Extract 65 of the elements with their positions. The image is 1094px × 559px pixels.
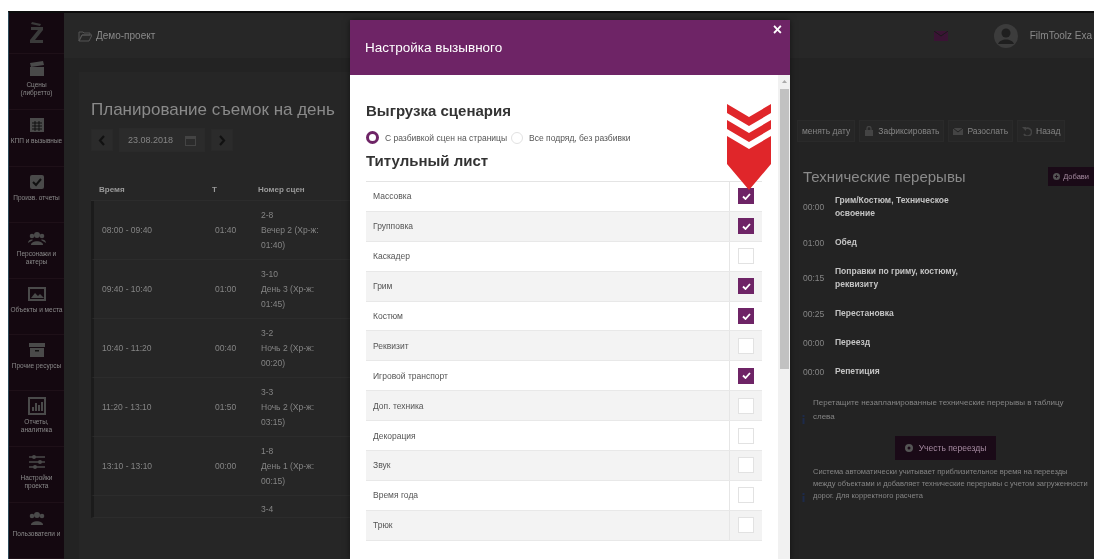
break-label[interactable]: Переезд <box>835 336 871 349</box>
table-cell-text: 11:20 - 13:10 <box>101 402 153 412</box>
table-cell-text: 00:40 <box>214 343 238 353</box>
table-cell-text: День 1 (Хр-ж: 00:15) <box>261 459 316 488</box>
radio-option[interactable]: Все подряд, без разбивки <box>511 131 631 144</box>
toolbar-button[interactable]: Разослать <box>948 120 1014 142</box>
page-title: Планирование съемок на день <box>91 100 336 120</box>
break-label[interactable]: Перестановка <box>835 307 894 320</box>
toolbar-button[interactable]: Зафиксировать <box>859 120 945 142</box>
table-cell-text: 01:40 <box>214 225 238 235</box>
hint-text: Перетащите незапланированные технические перерывы в таблицу слева <box>813 397 1065 423</box>
option-label: Звук <box>372 459 392 473</box>
option-label: Костюм <box>372 310 404 323</box>
break-label[interactable]: Грим/Костюм, Техническое освоение <box>835 194 975 220</box>
option-label: Игровой транспорт <box>372 369 449 383</box>
table-cell-text: 01:50 <box>214 402 238 412</box>
option-label: Реквизит <box>372 339 410 353</box>
project-link[interactable]: Демо-проект <box>96 30 156 41</box>
option-label: Групповка <box>372 220 415 234</box>
column-header: Время <box>98 184 126 194</box>
break-label[interactable]: Репетиция <box>835 365 880 378</box>
table-cell-text: 13:10 - 13:10 <box>101 461 154 471</box>
user-name[interactable]: FilmToolz Exa <box>1029 30 1094 41</box>
toolbar-button[interactable]: Назад <box>1017 120 1066 142</box>
section-title: Технические перерывы <box>803 168 966 185</box>
date-field[interactable]: 23.08.2018 <box>119 128 206 152</box>
table-cell-text: День 3 (Хр-ж: 01:45) <box>261 282 316 311</box>
option-label: Доп. техника <box>372 399 425 413</box>
option-label: Массовка <box>372 190 413 204</box>
break-time: 00:15 <box>803 273 825 283</box>
table-cell-text: 3-10 <box>261 267 279 281</box>
option-label: Каскадер <box>372 250 411 264</box>
radio-option[interactable]: С разбивкой сцен на страницы <box>366 131 508 144</box>
table-cell-text: 3-2 <box>261 326 275 340</box>
break-time: 01:00 <box>803 237 825 248</box>
break-time: 00:00 <box>803 337 825 348</box>
table-cell-text: 00:00 <box>214 461 238 471</box>
column-header: Номер сцен <box>257 184 306 194</box>
table-cell-text: Ночь 2 (Хр-ж: 00:20) <box>261 341 316 370</box>
toolbar-button[interactable]: менять дату <box>797 120 856 142</box>
section-heading: Титульный лист <box>366 152 490 169</box>
table-cell-text: 3-4 <box>261 503 275 516</box>
account-transfers-button[interactable]: Учесть переезды <box>894 436 997 460</box>
table-cell-text: Ночь 2 (Хр-ж: 03:15) <box>261 400 316 429</box>
table-cell-text: 1-8 <box>261 444 275 458</box>
option-label: Трюк <box>372 519 394 533</box>
section-heading: Выгрузка сценария <box>366 102 512 119</box>
option-label: Грим <box>372 280 394 294</box>
table-cell-text: 2-8 <box>261 208 275 222</box>
table-cell-text: 3-3 <box>261 385 275 399</box>
table-cell-text: 08:00 - 09:40 <box>101 225 154 235</box>
break-label[interactable]: Поправки по гриму, костюму, реквизиту <box>835 265 975 291</box>
option-label: Время года <box>372 489 420 503</box>
option-label: Декорация <box>372 429 417 443</box>
break-time: 00:00 <box>803 366 825 377</box>
break-time: 00:00 <box>803 202 825 212</box>
table-cell-text: 10:40 - 11:20 <box>101 343 153 353</box>
dialog-title: Настройка вызывного <box>365 40 503 55</box>
break-time: 00:25 <box>803 308 825 319</box>
close-button[interactable]: × <box>764 20 790 40</box>
table-cell-text: Вечер 2 (Хр-ж: 01:40) <box>261 223 320 252</box>
column-header: Т <box>211 184 218 194</box>
break-label[interactable]: Обед <box>835 236 857 249</box>
table-cell-text: 01:00 <box>214 284 238 294</box>
table-cell-text: 09:40 - 10:40 <box>101 284 154 294</box>
